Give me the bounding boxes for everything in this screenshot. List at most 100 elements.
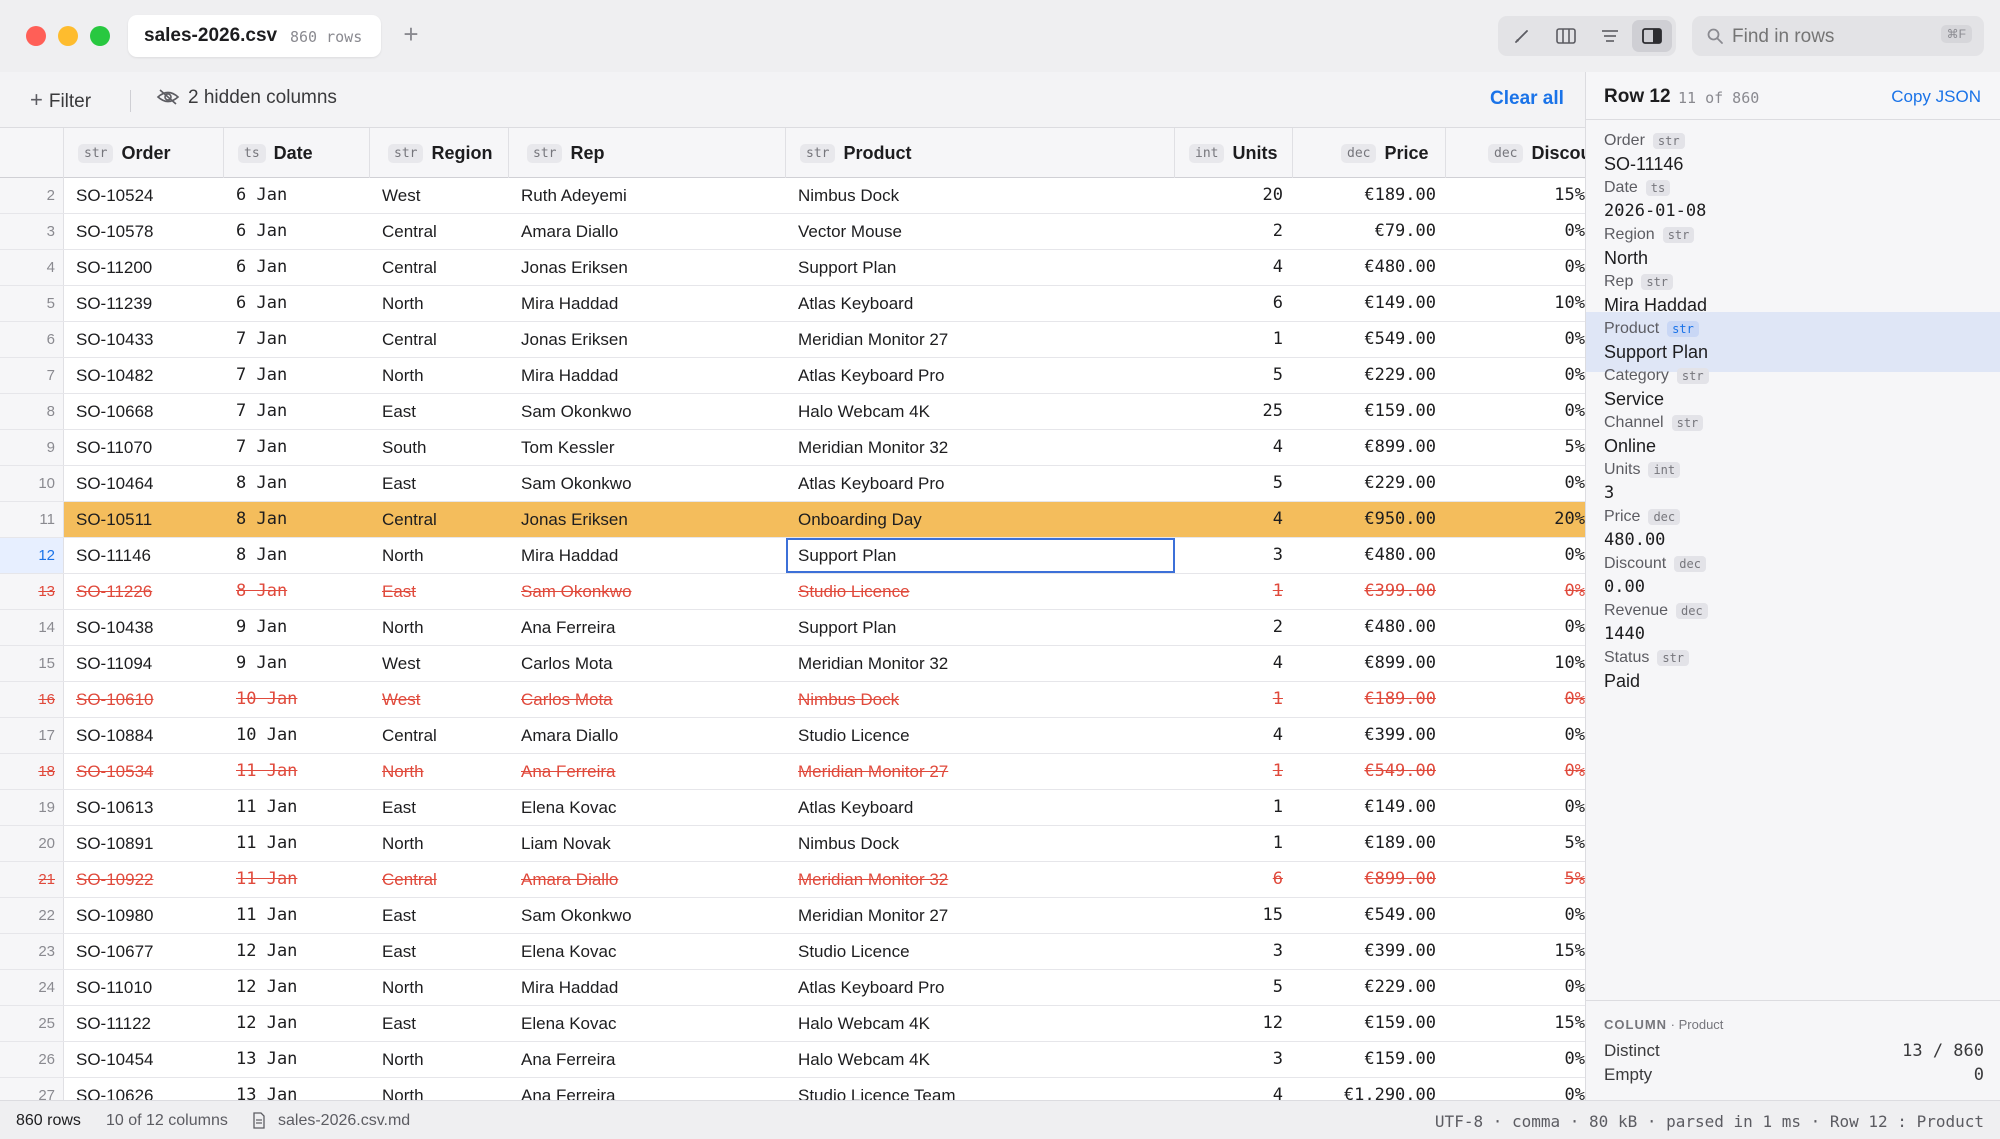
rep-cell[interactable]: Sam Okonkwo	[509, 466, 786, 501]
search-input[interactable]	[1732, 26, 1922, 48]
units-cell[interactable]: 12	[1175, 1006, 1293, 1041]
discount-cell[interactable]: 15%	[1446, 1006, 1585, 1041]
column-header-discount[interactable]: dec Discount	[1446, 128, 1585, 178]
region-cell[interactable]: North	[370, 610, 509, 645]
table-row[interactable]: 10 SO-10464 8 Jan East Sam Okonkwo Atlas Keyb…	[0, 466, 1585, 502]
discount-cell[interactable]: 5%	[1446, 862, 1585, 897]
discount-cell[interactable]: 5%	[1446, 430, 1585, 465]
discount-cell[interactable]: 0%	[1446, 718, 1585, 753]
units-cell[interactable]: 5	[1175, 358, 1293, 393]
discount-cell[interactable]: 0%	[1446, 970, 1585, 1005]
hidden-columns-button[interactable]: 2 hidden columns	[156, 87, 337, 109]
date-cell[interactable]: 13 Jan	[224, 1042, 370, 1077]
rep-cell[interactable]: Jonas Eriksen	[509, 502, 786, 537]
rep-cell[interactable]: Ana Ferreira	[509, 754, 786, 789]
column-header-date[interactable]: ts Date	[224, 128, 370, 178]
order-cell[interactable]: SO-10433	[64, 322, 224, 357]
clear-all-button[interactable]: Clear all	[1490, 88, 1564, 110]
product-cell[interactable]: Halo Webcam 4K	[786, 1042, 1175, 1077]
order-cell[interactable]: SO-11010	[64, 970, 224, 1005]
discount-cell[interactable]: 20%	[1446, 502, 1585, 537]
units-cell[interactable]: 1	[1175, 574, 1293, 609]
units-cell[interactable]: 1	[1175, 754, 1293, 789]
price-cell[interactable]: €1,290.00	[1293, 1078, 1446, 1100]
region-cell[interactable]: North	[370, 358, 509, 393]
product-cell[interactable]: Onboarding Day	[786, 502, 1175, 537]
price-cell[interactable]: €229.00	[1293, 358, 1446, 393]
column-header-order[interactable]: str Order	[64, 128, 224, 178]
copy-json-button[interactable]: Copy JSON	[1891, 87, 1981, 107]
rep-cell[interactable]: Mira Haddad	[509, 358, 786, 393]
price-cell[interactable]: €399.00	[1293, 934, 1446, 969]
price-cell[interactable]: €480.00	[1293, 538, 1446, 573]
table-row[interactable]: 24 SO-11010 12 Jan North Mira Haddad Atlas Ke…	[0, 970, 1585, 1006]
discount-cell[interactable]: 0%	[1446, 250, 1585, 285]
rep-cell[interactable]: Ana Ferreira	[509, 1042, 786, 1077]
rep-cell[interactable]: Mira Haddad	[509, 286, 786, 321]
date-cell[interactable]: 8 Jan	[224, 502, 370, 537]
product-cell[interactable]: Meridian Monitor 32	[786, 862, 1175, 897]
rep-cell[interactable]: Tom Kessler	[509, 430, 786, 465]
price-cell[interactable]: €549.00	[1293, 754, 1446, 789]
discount-cell[interactable]: 0%	[1446, 682, 1585, 717]
inspector-field-status[interactable]: Status str Paid	[1586, 641, 2000, 701]
table-row[interactable]: 26 SO-10454 13 Jan North Ana Ferreira Halo We…	[0, 1042, 1585, 1078]
discount-cell[interactable]: 0%	[1446, 574, 1585, 609]
price-cell[interactable]: €549.00	[1293, 322, 1446, 357]
status-file-name[interactable]: sales-2026.csv.md	[278, 1112, 410, 1130]
text-view-button[interactable]	[1590, 20, 1630, 52]
rep-cell[interactable]: Elena Kovac	[509, 1006, 786, 1041]
discount-cell[interactable]: 0%	[1446, 610, 1585, 645]
table-row-current[interactable]: 12 SO-11146 8 Jan North Mira Haddad Support P…	[0, 538, 1585, 574]
date-cell[interactable]: 12 Jan	[224, 970, 370, 1005]
column-header-region[interactable]: str Region	[370, 128, 509, 178]
product-cell[interactable]: Nimbus Dock	[786, 826, 1175, 861]
date-cell[interactable]: 11 Jan	[224, 862, 370, 897]
discount-cell[interactable]: 0%	[1446, 754, 1585, 789]
table-row[interactable]: 5 SO-11239 6 Jan North Mira Haddad Atlas Keyb…	[0, 286, 1585, 322]
order-cell[interactable]: SO-11239	[64, 286, 224, 321]
region-cell[interactable]: West	[370, 646, 509, 681]
price-cell[interactable]: €549.00	[1293, 898, 1446, 933]
discount-cell[interactable]: 5%	[1446, 826, 1585, 861]
product-cell[interactable]: Vector Mouse	[786, 214, 1175, 249]
product-cell[interactable]: Nimbus Dock	[786, 178, 1175, 213]
order-cell[interactable]: SO-10578	[64, 214, 224, 249]
price-cell[interactable]: €189.00	[1293, 178, 1446, 213]
order-cell[interactable]: SO-10511	[64, 502, 224, 537]
product-cell[interactable]: Atlas Keyboard	[786, 790, 1175, 825]
units-cell[interactable]: 3	[1175, 538, 1293, 573]
product-cell[interactable]: Support Plan	[786, 610, 1175, 645]
table-row[interactable]: 2 SO-10524 6 Jan West Ruth Adeyemi Nimbus Doc…	[0, 178, 1585, 214]
region-cell[interactable]: West	[370, 682, 509, 717]
selected-cell[interactable]: Support Plan	[786, 538, 1175, 573]
units-cell[interactable]: 15	[1175, 898, 1293, 933]
add-filter-button[interactable]: + Filter	[30, 87, 91, 113]
order-cell[interactable]: SO-10884	[64, 718, 224, 753]
order-cell[interactable]: SO-11226	[64, 574, 224, 609]
table-row[interactable]: 14 SO-10438 9 Jan North Ana Ferreira Support …	[0, 610, 1585, 646]
order-cell[interactable]: SO-10438	[64, 610, 224, 645]
rep-cell[interactable]: Elena Kovac	[509, 790, 786, 825]
region-cell[interactable]: East	[370, 898, 509, 933]
region-cell[interactable]: East	[370, 790, 509, 825]
date-cell[interactable]: 8 Jan	[224, 538, 370, 573]
region-cell[interactable]: East	[370, 394, 509, 429]
date-cell[interactable]: 7 Jan	[224, 430, 370, 465]
field-value[interactable]: Paid	[1604, 671, 1640, 692]
order-cell[interactable]: SO-11070	[64, 430, 224, 465]
discount-cell[interactable]: 0%	[1446, 790, 1585, 825]
rep-cell[interactable]: Amara Diallo	[509, 718, 786, 753]
order-cell[interactable]: SO-10677	[64, 934, 224, 969]
region-cell[interactable]: West	[370, 178, 509, 213]
order-cell[interactable]: SO-10610	[64, 682, 224, 717]
units-cell[interactable]: 4	[1175, 646, 1293, 681]
date-cell[interactable]: 12 Jan	[224, 1006, 370, 1041]
discount-cell[interactable]: 0%	[1446, 1078, 1585, 1100]
product-cell[interactable]: Halo Webcam 4K	[786, 394, 1175, 429]
units-cell[interactable]: 25	[1175, 394, 1293, 429]
price-cell[interactable]: €899.00	[1293, 646, 1446, 681]
date-cell[interactable]: 9 Jan	[224, 610, 370, 645]
product-cell[interactable]: Studio Licence	[786, 934, 1175, 969]
price-cell[interactable]: €899.00	[1293, 430, 1446, 465]
